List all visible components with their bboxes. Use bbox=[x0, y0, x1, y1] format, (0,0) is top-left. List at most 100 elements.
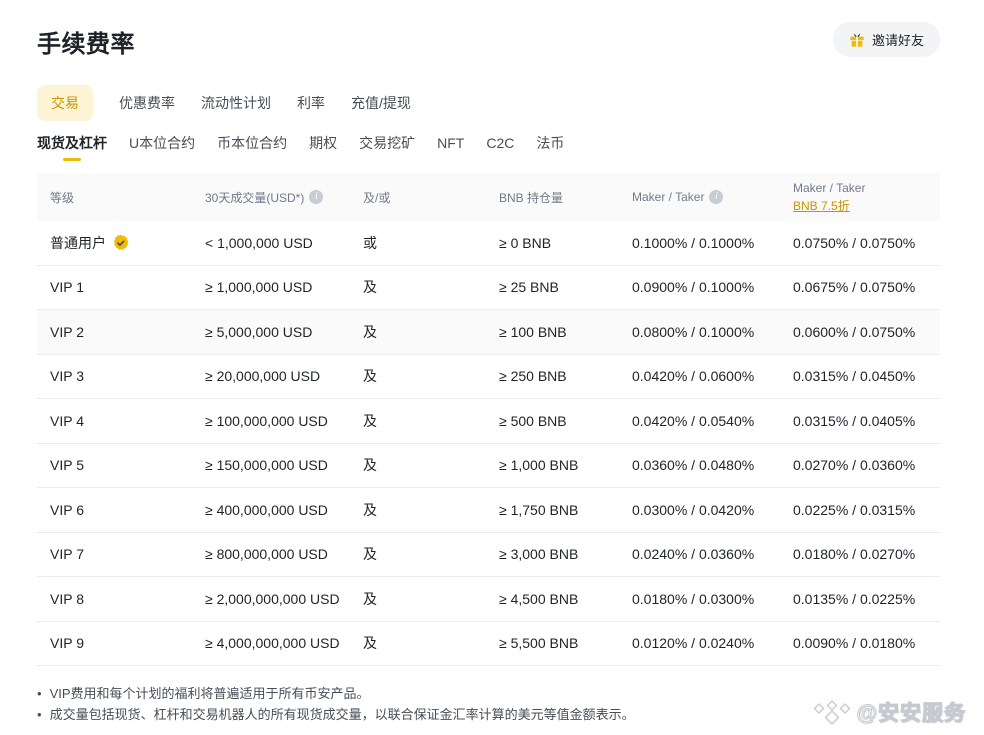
cell-level: VIP 3 bbox=[50, 368, 205, 384]
diamond-logo-icon bbox=[811, 697, 853, 727]
table-row: VIP 3 ≥ 20,000,000 USD 及 ≥ 250 BNB 0.042… bbox=[37, 355, 940, 400]
footnote: • 成交量包括现货、杠杆和交易机器人的所有现货成交量，以联合保证金汇率计算的美元… bbox=[37, 704, 940, 725]
cell-bnb-balance: ≥ 3,000 BNB bbox=[499, 546, 632, 562]
invite-friends-button[interactable]: 邀请好友 bbox=[833, 22, 940, 57]
cell-and-or: 及 bbox=[363, 633, 499, 653]
footnotes: • VIP费用和每个计划的福利将普遍适用于所有币安产品。 • 成交量包括现货、杠… bbox=[37, 683, 940, 725]
column-header-maker-taker: Maker / Taker i bbox=[632, 190, 793, 204]
cell-and-or: 及 bbox=[363, 500, 499, 520]
level-label: VIP 5 bbox=[50, 457, 84, 473]
cell-level: VIP 7 bbox=[50, 546, 205, 562]
fee-table-header: 等级 30天成交量(USD*) i 及/或 BNB 持仓量 Maker / Ta… bbox=[37, 173, 940, 221]
subtab-现货及杠杆[interactable]: 现货及杠杆 bbox=[37, 133, 107, 161]
info-icon[interactable]: i bbox=[709, 190, 723, 204]
column-header-maker-taker-bnb: Maker / Taker BNB 7.5折 bbox=[793, 181, 940, 214]
cell-maker-taker: 0.0420% / 0.0600% bbox=[632, 368, 793, 384]
cell-maker-taker-bnb: 0.0090% / 0.0180% bbox=[793, 635, 940, 651]
column-header-level: 等级 bbox=[50, 189, 205, 206]
sub-tabs: 现货及杠杆 U本位合约币本位合约期权交易挖矿 NFT C2C 法币 bbox=[37, 133, 940, 161]
table-row: VIP 1 ≥ 1,000,000 USD 及 ≥ 25 BNB 0.0900%… bbox=[37, 266, 940, 311]
subtab-U本位合约[interactable]: U本位合约 bbox=[129, 133, 195, 161]
verified-badge-icon bbox=[112, 234, 130, 252]
cell-bnb-balance: ≥ 100 BNB bbox=[499, 324, 632, 340]
table-row: VIP 7 ≥ 800,000,000 USD 及 ≥ 3,000 BNB 0.… bbox=[37, 533, 940, 578]
table-row: VIP 9 ≥ 4,000,000,000 USD 及 ≥ 5,500 BNB … bbox=[37, 622, 940, 667]
cell-level: 普通用户 bbox=[50, 233, 205, 253]
subtab-C2C[interactable]: C2C bbox=[486, 135, 514, 159]
cell-and-or: 及 bbox=[363, 589, 499, 609]
cell-volume: ≥ 20,000,000 USD bbox=[205, 368, 363, 384]
fee-table-body: 普通用户 < 1,000,000 USD 或 ≥ 0 BNB 0.1000% /… bbox=[37, 221, 940, 666]
cell-bnb-balance: ≥ 25 BNB bbox=[499, 279, 632, 295]
bullet-marker: • bbox=[37, 683, 42, 704]
cell-volume: ≥ 5,000,000 USD bbox=[205, 324, 363, 340]
cell-and-or: 及 bbox=[363, 322, 499, 342]
cell-maker-taker: 0.1000% / 0.1000% bbox=[632, 235, 793, 251]
info-icon[interactable]: i bbox=[309, 190, 323, 204]
column-header-maker-taker-bnb-label: Maker / Taker bbox=[793, 181, 865, 195]
subtab-NFT[interactable]: NFT bbox=[437, 135, 464, 159]
page-header: 手续费率 邀请好友 bbox=[37, 24, 940, 59]
subtab-期权[interactable]: 期权 bbox=[309, 133, 337, 161]
table-row: VIP 8 ≥ 2,000,000,000 USD 及 ≥ 4,500 BNB … bbox=[37, 577, 940, 622]
tab-流动性计划[interactable]: 流动性计划 bbox=[201, 85, 271, 121]
column-header-bnb-balance: BNB 持仓量 bbox=[499, 189, 632, 206]
subtab-币本位合约[interactable]: 币本位合约 bbox=[217, 133, 287, 161]
level-label: VIP 3 bbox=[50, 368, 84, 384]
cell-maker-taker: 0.0120% / 0.0240% bbox=[632, 635, 793, 651]
watermark-text: @安安服务 bbox=[857, 697, 966, 727]
footnote-text: 成交量包括现货、杠杆和交易机器人的所有现货成交量，以联合保证金汇率计算的美元等值… bbox=[50, 704, 635, 725]
cell-volume: ≥ 100,000,000 USD bbox=[205, 413, 363, 429]
tab-利率[interactable]: 利率 bbox=[297, 85, 325, 121]
cell-maker-taker: 0.0180% / 0.0300% bbox=[632, 591, 793, 607]
tab-优惠费率[interactable]: 优惠费率 bbox=[119, 85, 175, 121]
column-header-and-or: 及/或 bbox=[363, 189, 499, 206]
cell-maker-taker: 0.0240% / 0.0360% bbox=[632, 546, 793, 562]
subtab-交易挖矿[interactable]: 交易挖矿 bbox=[359, 133, 415, 161]
subtab-法币[interactable]: 法币 bbox=[536, 133, 564, 161]
cell-and-or: 及 bbox=[363, 455, 499, 475]
cell-maker-taker-bnb: 0.0675% / 0.0750% bbox=[793, 279, 940, 295]
cell-and-or: 及 bbox=[363, 544, 499, 564]
level-label: VIP 4 bbox=[50, 413, 84, 429]
cell-and-or: 及 bbox=[363, 366, 499, 386]
cell-maker-taker: 0.0900% / 0.1000% bbox=[632, 279, 793, 295]
table-row: VIP 2 ≥ 5,000,000 USD 及 ≥ 100 BNB 0.0800… bbox=[37, 310, 940, 355]
watermark: @安安服务 bbox=[811, 697, 966, 727]
cell-level: VIP 2 bbox=[50, 324, 205, 340]
invite-friends-label: 邀请好友 bbox=[872, 30, 924, 49]
cell-bnb-balance: ≥ 1,750 BNB bbox=[499, 502, 632, 518]
gift-icon bbox=[849, 32, 865, 48]
cell-volume: ≥ 2,000,000,000 USD bbox=[205, 591, 363, 607]
cell-maker-taker: 0.0800% / 0.1000% bbox=[632, 324, 793, 340]
cell-volume: ≥ 150,000,000 USD bbox=[205, 457, 363, 473]
cell-maker-taker: 0.0300% / 0.0420% bbox=[632, 502, 793, 518]
cell-and-or: 或 bbox=[363, 233, 499, 253]
cell-volume: ≥ 4,000,000,000 USD bbox=[205, 635, 363, 651]
level-label: VIP 6 bbox=[50, 502, 84, 518]
cell-volume: ≥ 400,000,000 USD bbox=[205, 502, 363, 518]
page-title: 手续费率 bbox=[37, 24, 135, 59]
table-row: 普通用户 < 1,000,000 USD 或 ≥ 0 BNB 0.1000% /… bbox=[37, 221, 940, 266]
cell-bnb-balance: ≥ 250 BNB bbox=[499, 368, 632, 384]
bullet-marker: • bbox=[37, 704, 42, 725]
cell-level: VIP 1 bbox=[50, 279, 205, 295]
cell-bnb-balance: ≥ 5,500 BNB bbox=[499, 635, 632, 651]
table-row: VIP 5 ≥ 150,000,000 USD 及 ≥ 1,000 BNB 0.… bbox=[37, 444, 940, 489]
column-header-volume-label: 30天成交量(USD*) bbox=[205, 189, 304, 206]
cell-maker-taker-bnb: 0.0315% / 0.0405% bbox=[793, 413, 940, 429]
level-label: 普通用户 bbox=[50, 233, 106, 253]
cell-maker-taker: 0.0360% / 0.0480% bbox=[632, 457, 793, 473]
cell-maker-taker: 0.0420% / 0.0540% bbox=[632, 413, 793, 429]
main-tabs: 交易优惠费率流动性计划利率充值/提现 bbox=[37, 85, 940, 121]
cell-bnb-balance: ≥ 4,500 BNB bbox=[499, 591, 632, 607]
cell-maker-taker-bnb: 0.0750% / 0.0750% bbox=[793, 235, 940, 251]
cell-bnb-balance: ≥ 500 BNB bbox=[499, 413, 632, 429]
tab-交易[interactable]: 交易 bbox=[37, 85, 93, 121]
level-label: VIP 9 bbox=[50, 635, 84, 651]
bnb-discount-link[interactable]: BNB 7.5折 bbox=[793, 197, 865, 214]
cell-level: VIP 5 bbox=[50, 457, 205, 473]
cell-maker-taker-bnb: 0.0600% / 0.0750% bbox=[793, 324, 940, 340]
tab-充值/提现[interactable]: 充值/提现 bbox=[351, 85, 411, 121]
cell-maker-taker-bnb: 0.0135% / 0.0225% bbox=[793, 591, 940, 607]
